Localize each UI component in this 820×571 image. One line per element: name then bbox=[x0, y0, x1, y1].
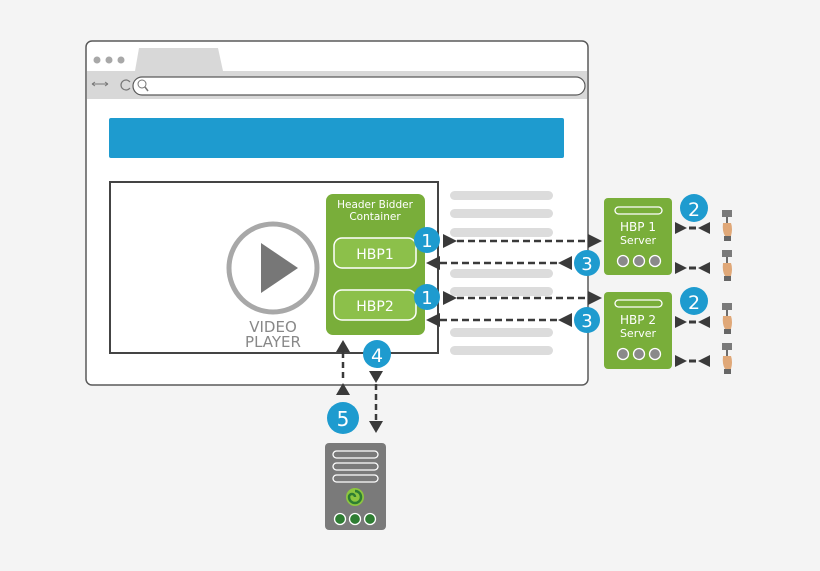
diagram-canvas: VIDEO PLAYER Header Bidder Container HBP… bbox=[85, 40, 732, 530]
hbp2-server-line1: HBP 2 bbox=[620, 313, 656, 327]
hbp1-server-line2: Server bbox=[620, 234, 657, 247]
content-line bbox=[450, 328, 553, 337]
hbp2-label: HBP2 bbox=[356, 299, 393, 315]
badge-request-2: 1 bbox=[414, 284, 440, 310]
svg-text:2: 2 bbox=[688, 292, 700, 314]
svg-text:2: 2 bbox=[688, 199, 700, 221]
bid-arrow bbox=[675, 222, 710, 234]
bid-arrow bbox=[675, 316, 710, 328]
badge-response-1: 3 bbox=[574, 250, 600, 276]
hand-bid-paddle-icon bbox=[722, 303, 732, 334]
badge-auction-2: 2 bbox=[680, 287, 708, 315]
svg-text:5: 5 bbox=[337, 407, 350, 431]
svg-text:1: 1 bbox=[421, 288, 432, 309]
ad-server-logo-icon bbox=[346, 488, 364, 506]
bid-arrow bbox=[675, 355, 710, 367]
window-dot-icon[interactable] bbox=[117, 56, 125, 64]
hand-bid-paddle-icon bbox=[722, 250, 732, 281]
bidder-hands bbox=[722, 210, 732, 374]
content-line bbox=[450, 228, 553, 237]
svg-text:4: 4 bbox=[371, 345, 383, 367]
container-title-line2: Container bbox=[349, 211, 401, 223]
content-line bbox=[450, 269, 553, 278]
hbp2-server[interactable]: HBP 2 Server bbox=[604, 292, 672, 369]
ad-server[interactable] bbox=[325, 443, 386, 530]
hand-bid-paddle-icon bbox=[722, 210, 732, 241]
video-label-line2: PLAYER bbox=[245, 333, 301, 351]
badge-auction-1: 2 bbox=[680, 194, 708, 222]
svg-text:3: 3 bbox=[581, 254, 592, 275]
badge-from-adserver: 5 bbox=[327, 402, 359, 434]
hand-bid-paddle-icon bbox=[722, 343, 732, 374]
bid-arrow bbox=[675, 262, 710, 274]
hbp1-server[interactable]: HBP 1 Server bbox=[604, 198, 672, 275]
hbp1-server-line1: HBP 1 bbox=[620, 220, 656, 234]
content-line bbox=[450, 209, 553, 218]
badge-request-1: 1 bbox=[414, 227, 440, 253]
window-dot-icon[interactable] bbox=[105, 56, 113, 64]
container-title-line1: Header Bidder bbox=[337, 199, 413, 211]
content-lines bbox=[450, 191, 553, 355]
address-bar[interactable] bbox=[132, 76, 586, 96]
header-bidder-container: Header Bidder Container HBP1 HBP2 bbox=[326, 194, 425, 335]
window-dot-icon[interactable] bbox=[93, 56, 101, 64]
content-line bbox=[450, 287, 553, 296]
banner-ad bbox=[109, 118, 564, 158]
badge-to-adserver: 4 bbox=[363, 340, 391, 368]
badge-response-2: 3 bbox=[574, 307, 600, 333]
hbp2-server-line2: Server bbox=[620, 327, 657, 340]
hbp1-label: HBP1 bbox=[356, 247, 393, 263]
content-line bbox=[450, 346, 553, 355]
svg-text:3: 3 bbox=[581, 311, 592, 332]
browser-tab[interactable] bbox=[135, 48, 223, 71]
svg-text:1: 1 bbox=[421, 231, 432, 252]
content-line bbox=[450, 191, 553, 200]
